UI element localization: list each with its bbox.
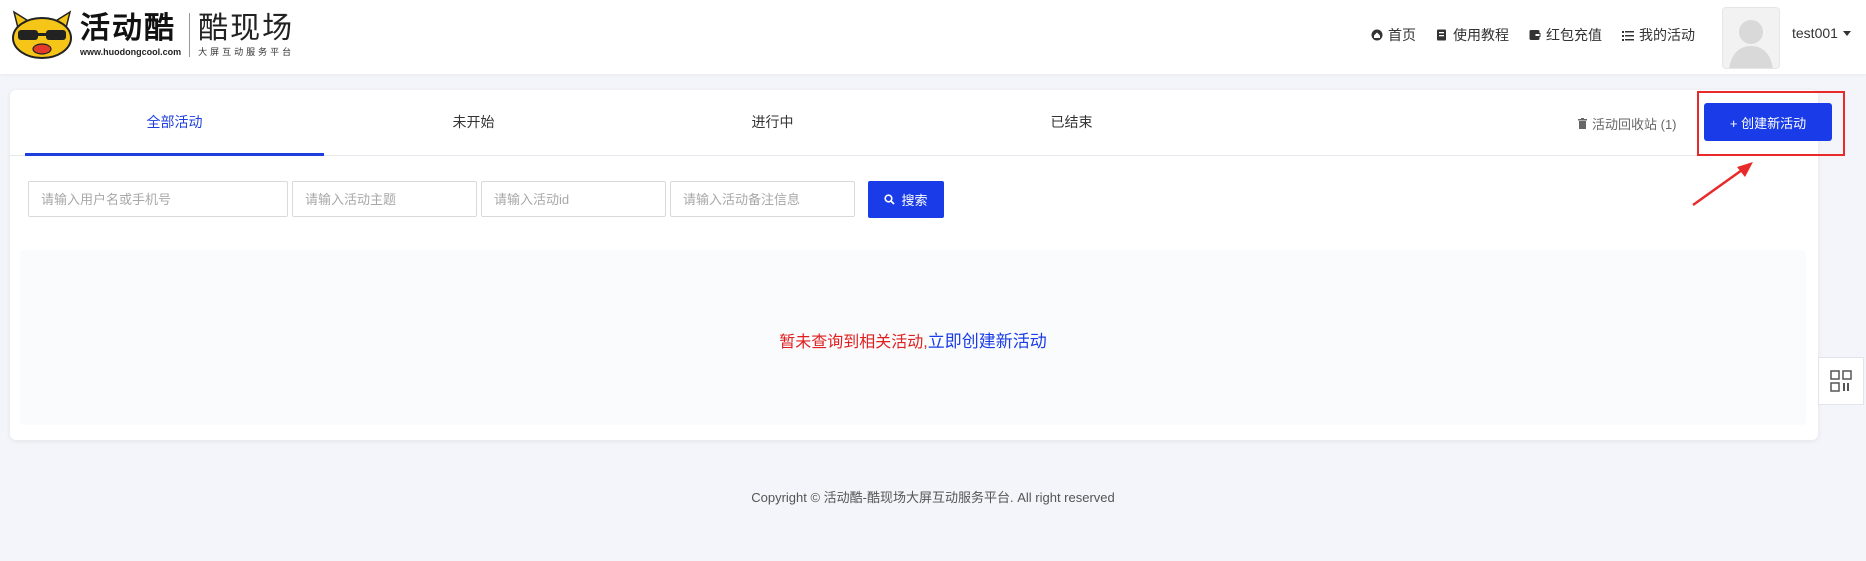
default-avatar-icon [1729,20,1773,68]
nav-my-activities[interactable]: 我的活动 [1621,25,1695,45]
wallet-icon [1528,29,1541,42]
avatar[interactable] [1722,7,1780,69]
qrcode-icon [1830,370,1852,392]
search-label: 搜索 [901,193,928,208]
cat-mascot-logo [12,10,72,59]
nav-label: 红包充值 [1546,27,1602,43]
brand-url: www.huodongcool.com [80,47,182,57]
trash-icon [1578,118,1587,129]
nav-label: 我的活动 [1639,27,1695,43]
nav-recharge[interactable]: 红包充值 [1528,25,1602,45]
tab-all[interactable]: 全部活动 [25,90,324,156]
logo-divider [189,13,191,57]
book-icon [1435,29,1448,42]
user-menu[interactable]: test001 [1792,25,1851,41]
nav-home[interactable]: 首页 [1370,25,1416,45]
search-icon [884,194,896,205]
logo[interactable]: 活动酷 www.huodongcool.com 酷现场 大屏互动服务平台 [10,10,294,60]
highlight-box [1697,91,1845,156]
brand-name: 活动酷 [80,12,176,45]
search-button[interactable]: 搜索 [868,181,944,218]
qrcode-widget[interactable] [1818,357,1864,405]
username-phone-input[interactable] [28,181,288,217]
top-nav: 首页 使用教程 红包充值 我的活动 [1370,25,1714,45]
empty-message: 暂未查询到相关活动,立即创建新活动 [20,327,1806,352]
activity-id-input[interactable] [481,181,666,217]
nav-tutorial[interactable]: 使用教程 [1435,25,1509,45]
nav-label: 使用教程 [1453,27,1509,43]
tab-ended[interactable]: 已结束 [922,90,1221,155]
caret-down-icon [1842,30,1851,36]
nav-label: 首页 [1388,27,1416,43]
tab-not-started[interactable]: 未开始 [324,90,623,155]
list-icon [1621,29,1634,42]
brand-tagline: 大屏互动服务平台 [198,47,295,57]
top-header: 活动酷 www.huodongcool.com 酷现场 大屏互动服务平台 首页 … [0,0,1866,74]
tab-in-progress[interactable]: 进行中 [623,90,922,155]
activity-panel: 全部活动 未开始 进行中 已结束 活动回收站 (1) + 创建新活动 搜索 暂未… [10,90,1832,440]
recycle-bin-label: 活动回收站 (1) [1592,117,1677,132]
activity-tabs: 全部活动 未开始 进行中 已结束 活动回收站 (1) + 创建新活动 [10,90,1832,156]
activity-note-input[interactable] [670,181,855,217]
create-activity-link[interactable]: 立即创建新活动 [928,332,1047,351]
footer-copyright: Copyright © 活动酷-酷现场大屏互动服务平台. All right r… [751,490,1115,505]
username: test001 [1792,25,1838,41]
topic-input[interactable] [292,181,477,217]
empty-state: 暂未查询到相关活动,立即创建新活动 [20,250,1806,425]
home-icon [1370,29,1383,42]
recycle-bin-link[interactable]: 活动回收站 (1) [1578,114,1677,133]
brand-subtitle: 酷现场 [198,12,295,45]
no-results-text: 暂未查询到相关活动, [779,334,928,351]
